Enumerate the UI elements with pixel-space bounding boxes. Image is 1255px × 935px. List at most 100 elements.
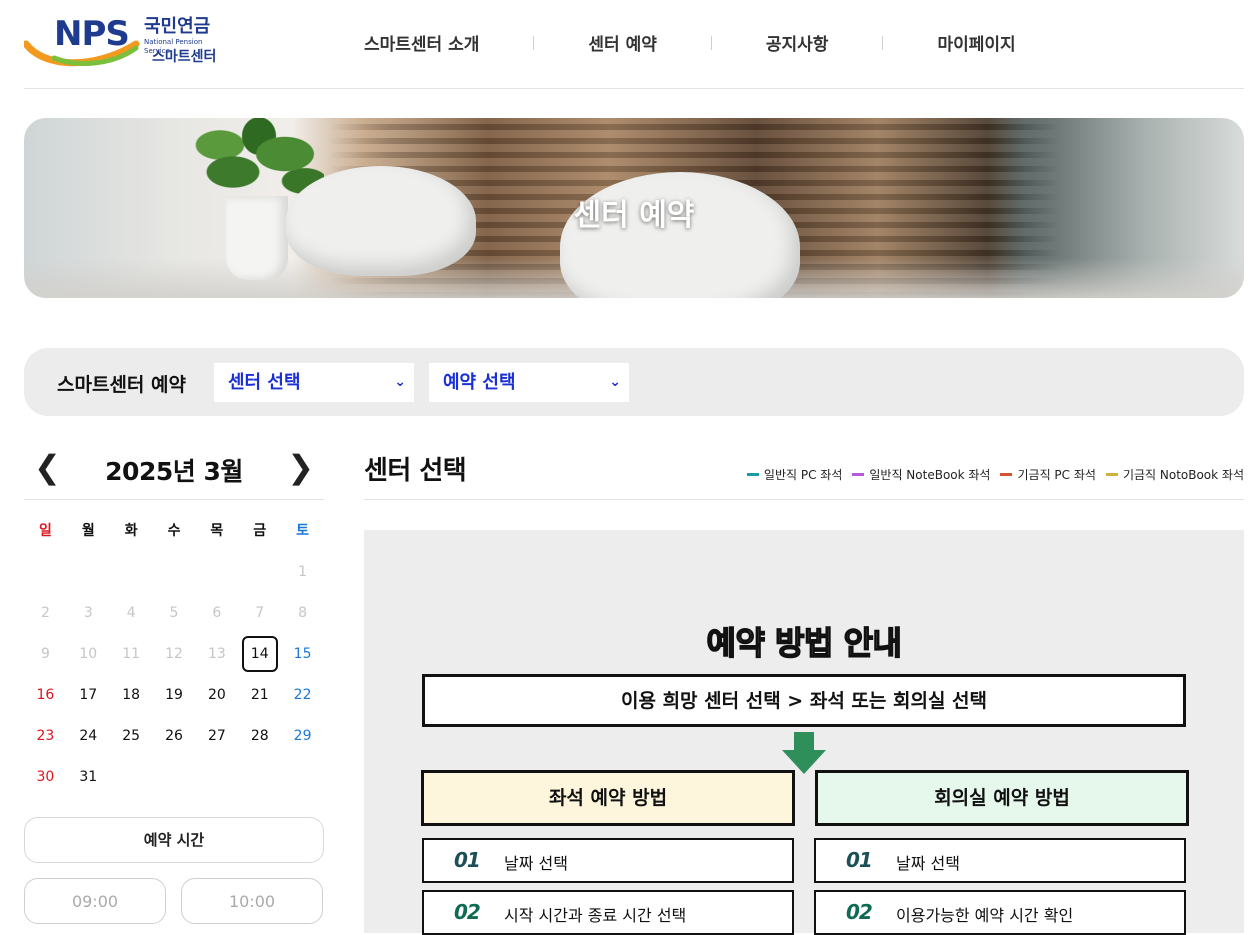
guide-title: 예약 방법 안내 <box>706 623 903 663</box>
calendar-day[interactable]: 22 <box>281 678 324 719</box>
center-select[interactable]: 센터 선택 ⌄ <box>214 363 414 402</box>
calendar-day[interactable]: 23 <box>24 719 67 760</box>
banner-title: 센터 예약 <box>573 198 695 233</box>
divider <box>364 499 1244 500</box>
calendar-empty-cell <box>24 555 67 596</box>
room-method-step: 01 날짜 선택 <box>814 838 1186 883</box>
calendar-day[interactable]: 24 <box>67 719 110 760</box>
calendar-day[interactable]: 28 <box>238 719 281 760</box>
calendar-day[interactable]: 16 <box>24 678 67 719</box>
reservation-time-title: 예약 시간 <box>24 817 324 863</box>
calendar-empty-cell <box>67 555 110 596</box>
reservation-filter-bar: 스마트센터 예약 센터 선택 ⌄ 예약 선택 ⌄ <box>24 348 1244 416</box>
calendar-month-title: 2025년 3월 <box>105 457 243 486</box>
time-slot-button[interactable]: 09:00 <box>24 878 166 924</box>
calendar-day: 11 <box>110 637 153 678</box>
calendar-day: 10 <box>67 637 110 678</box>
calendar-day-number: 10 <box>79 646 98 662</box>
seat-method-step: 01 날짜 선택 <box>422 838 794 883</box>
calendar-day-number: 3 <box>83 605 93 621</box>
calendar-day-number: 6 <box>212 605 222 621</box>
calendar-grid: 일 월 화 수 목 금 토 1 2 3 4 5 6 7 8 9 10 11 12 13 14 15 16 17 18 19 20 21… <box>24 514 324 801</box>
calendar-day[interactable]: 15 <box>281 637 324 678</box>
seat-method-step: 02 시작 시간과 종료 시간 선택 <box>422 890 794 935</box>
weekday-label: 월 <box>81 523 95 539</box>
weekday-label: 금 <box>253 523 267 539</box>
nav-item-notice[interactable]: 공지사항 <box>766 30 829 55</box>
calendar-day[interactable]: 29 <box>281 719 324 760</box>
legend-swatch <box>746 473 759 476</box>
calendar-day[interactable]: 25 <box>110 719 153 760</box>
calendar-day[interactable]: 19 <box>153 678 196 719</box>
nps-logo[interactable]: NPS 국민연금 National Pension Service 스마트센터 <box>24 14 224 70</box>
seat-method-title: 좌석 예약 방법 <box>421 770 795 826</box>
chevron-down-icon: ⌄ <box>609 374 621 390</box>
step-number: 01 <box>454 848 481 872</box>
weekday-label: 수 <box>167 523 181 539</box>
calendar-day[interactable]: 26 <box>153 719 196 760</box>
calendar-day: 12 <box>153 637 196 678</box>
calendar-day-number: 25 <box>122 728 141 744</box>
nav-item-intro[interactable]: 스마트센터 소개 <box>364 30 479 55</box>
calendar-day-number: 15 <box>293 646 312 662</box>
weekday-label: 토 <box>296 523 310 539</box>
calendar-empty-cell <box>153 555 196 596</box>
calendar-day-number: 1 <box>298 564 308 580</box>
step-number: 02 <box>846 900 873 924</box>
calendar-day-number: 14 <box>241 636 278 672</box>
legend-swatch <box>1105 473 1118 476</box>
calendar-empty-cell <box>110 555 153 596</box>
nav-divider <box>710 35 712 50</box>
calendar-day[interactable]: 30 <box>24 760 67 801</box>
weekday-label: 화 <box>124 523 138 539</box>
legend-swatch <box>1000 473 1013 476</box>
calendar-day: 1 <box>281 555 324 596</box>
calendar-empty-cell <box>195 555 238 596</box>
calendar-day-number: 13 <box>207 646 226 662</box>
section-title: 센터 선택 <box>364 456 467 486</box>
main-nav: 스마트센터 소개 센터 예약 공지사항 마이페이지 <box>364 30 1016 55</box>
legend-label: 기금직 NotoBook 좌석 <box>1122 468 1244 482</box>
calendar-day[interactable]: 31 <box>67 760 110 801</box>
step-text: 날짜 선택 <box>896 854 960 873</box>
reservation-type-select[interactable]: 예약 선택 ⌄ <box>429 363 629 402</box>
nav-item-mypage[interactable]: 마이페이지 <box>937 30 1015 55</box>
chevron-right-icon[interactable]: ❯ <box>287 450 314 484</box>
calendar-day[interactable]: 17 <box>67 678 110 719</box>
nav-item-reservation[interactable]: 센터 예약 <box>588 30 656 55</box>
calendar-day[interactable]: 20 <box>195 678 238 719</box>
calendar-day-number: 18 <box>122 687 141 703</box>
room-method-step: 02 이용가능한 예약 시간 확인 <box>814 890 1186 935</box>
calendar-day-number: 8 <box>298 605 308 621</box>
step-number: 02 <box>454 900 481 924</box>
weekday-label: 일 <box>38 523 52 539</box>
calendar-empty-cell <box>281 760 324 801</box>
calendar-day-selected[interactable]: 14 <box>238 636 281 678</box>
calendar-week-row: 23 24 25 26 27 28 29 <box>24 719 324 760</box>
logo-subtitle: 스마트센터 <box>152 49 217 65</box>
filter-label: 스마트센터 예약 <box>57 374 186 396</box>
step-text: 이용가능한 예약 시간 확인 <box>896 906 1074 925</box>
calendar-empty-cell <box>195 760 238 801</box>
calendar-day-number: 5 <box>169 605 179 621</box>
calendar-day[interactable]: 27 <box>195 719 238 760</box>
calendar-day: 9 <box>24 637 67 678</box>
calendar-day[interactable]: 18 <box>110 678 153 719</box>
calendar-day[interactable]: 21 <box>238 678 281 719</box>
nav-divider <box>533 35 535 50</box>
calendar-day-number: 21 <box>250 687 269 703</box>
center-select-value: 센터 선택 <box>228 372 301 393</box>
calendar-empty-cell <box>238 555 281 596</box>
reservation-guide: 예약 방법 안내 이용 희망 센터 선택 > 좌석 또는 회의실 선택 좌석 예… <box>364 530 1244 935</box>
calendar-week-row: 30 31 <box>24 760 324 801</box>
calendar-day-number: 29 <box>293 728 312 744</box>
legend-item: 일반직 NoteBook 좌석 <box>852 466 990 483</box>
calendar-day-number: 20 <box>207 687 226 703</box>
logo-brand: NPS <box>54 14 130 54</box>
seat-legend: 일반직 PC 좌석 일반직 NoteBook 좌석 기금직 PC 좌석 기금직 Not… <box>737 466 1244 483</box>
reservation-type-select-value: 예약 선택 <box>443 372 516 393</box>
time-slot-button[interactable]: 10:00 <box>181 878 323 924</box>
calendar-week-row: 2 3 4 5 6 7 8 <box>24 596 324 637</box>
weekday-label: 목 <box>210 523 224 539</box>
nav-divider <box>882 35 884 50</box>
